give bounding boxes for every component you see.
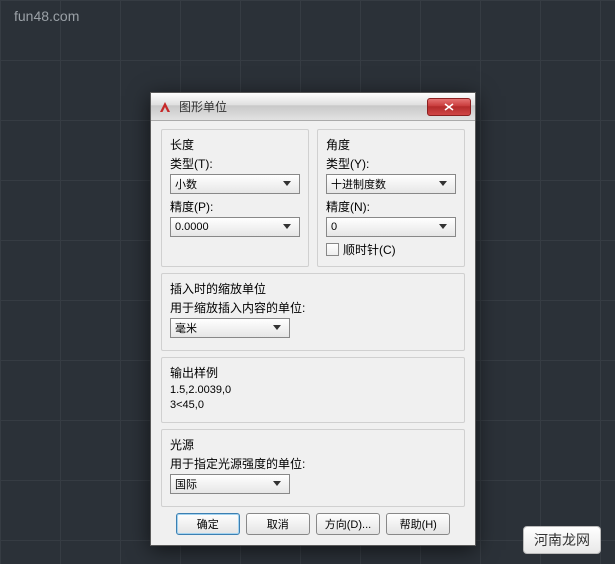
drawing-units-dialog: 图形单位 长度 类型(T): 小数 精度(P): 0.0000 角度 <box>150 92 476 546</box>
insertion-units-combo[interactable]: 毫米 <box>170 318 290 338</box>
angle-precision-label: 精度(N): <box>326 198 456 215</box>
lighting-group: 光源 用于指定光源强度的单位: 国际 <box>161 429 465 507</box>
angle-precision-value: 0 <box>331 221 435 233</box>
length-group: 长度 类型(T): 小数 精度(P): 0.0000 <box>161 129 309 267</box>
autocad-icon <box>157 99 173 115</box>
insertion-group-label: 插入时的缩放单位 <box>170 280 456 297</box>
length-precision-value: 0.0000 <box>175 221 279 233</box>
dialog-title: 图形单位 <box>179 98 427 115</box>
dialog-content: 长度 类型(T): 小数 精度(P): 0.0000 角度 类型(Y): 十进制… <box>151 121 475 545</box>
clockwise-checkbox-row: 顺时针(C) <box>326 241 456 258</box>
angle-group-label: 角度 <box>326 136 456 153</box>
ok-button[interactable]: 确定 <box>176 513 240 535</box>
watermark-text: fun48.com <box>14 8 79 24</box>
length-group-label: 长度 <box>170 136 300 153</box>
angle-type-value: 十进制度数 <box>331 176 435 192</box>
angle-type-combo[interactable]: 十进制度数 <box>326 174 456 194</box>
lighting-units-value: 国际 <box>175 476 269 492</box>
direction-button[interactable]: 方向(D)... <box>316 513 380 535</box>
button-row: 确定 取消 方向(D)... 帮助(H) <box>161 513 465 535</box>
chevron-down-icon <box>435 218 451 236</box>
chevron-down-icon <box>279 175 295 193</box>
lighting-units-combo[interactable]: 国际 <box>170 474 290 494</box>
close-button[interactable] <box>427 98 471 116</box>
insertion-units-value: 毫米 <box>175 320 269 336</box>
length-type-label: 类型(T): <box>170 155 300 172</box>
sample-line-2: 3<45,0 <box>170 398 456 413</box>
length-type-value: 小数 <box>175 176 279 192</box>
chevron-down-icon <box>279 218 295 236</box>
length-precision-combo[interactable]: 0.0000 <box>170 217 300 237</box>
close-icon <box>444 103 454 111</box>
site-badge: 河南龙网 <box>523 526 601 554</box>
angle-precision-combo[interactable]: 0 <box>326 217 456 237</box>
lighting-desc: 用于指定光源强度的单位: <box>170 455 456 472</box>
insertion-desc: 用于缩放插入内容的单位: <box>170 299 456 316</box>
angle-group: 角度 类型(Y): 十进制度数 精度(N): 0 顺时针(C) <box>317 129 465 267</box>
chevron-down-icon <box>435 175 451 193</box>
sample-group-label: 输出样例 <box>170 364 456 381</box>
chevron-down-icon <box>269 475 285 493</box>
cancel-button[interactable]: 取消 <box>246 513 310 535</box>
angle-type-label: 类型(Y): <box>326 155 456 172</box>
length-precision-label: 精度(P): <box>170 198 300 215</box>
sample-line-1: 1.5,2.0039,0 <box>170 383 456 398</box>
length-type-combo[interactable]: 小数 <box>170 174 300 194</box>
chevron-down-icon <box>269 319 285 337</box>
sample-output-group: 输出样例 1.5,2.0039,0 3<45,0 <box>161 357 465 423</box>
insertion-scale-group: 插入时的缩放单位 用于缩放插入内容的单位: 毫米 <box>161 273 465 351</box>
lighting-group-label: 光源 <box>170 436 456 453</box>
titlebar: 图形单位 <box>151 93 475 121</box>
clockwise-label: 顺时针(C) <box>343 241 396 258</box>
help-button[interactable]: 帮助(H) <box>386 513 450 535</box>
clockwise-checkbox[interactable] <box>326 243 339 256</box>
